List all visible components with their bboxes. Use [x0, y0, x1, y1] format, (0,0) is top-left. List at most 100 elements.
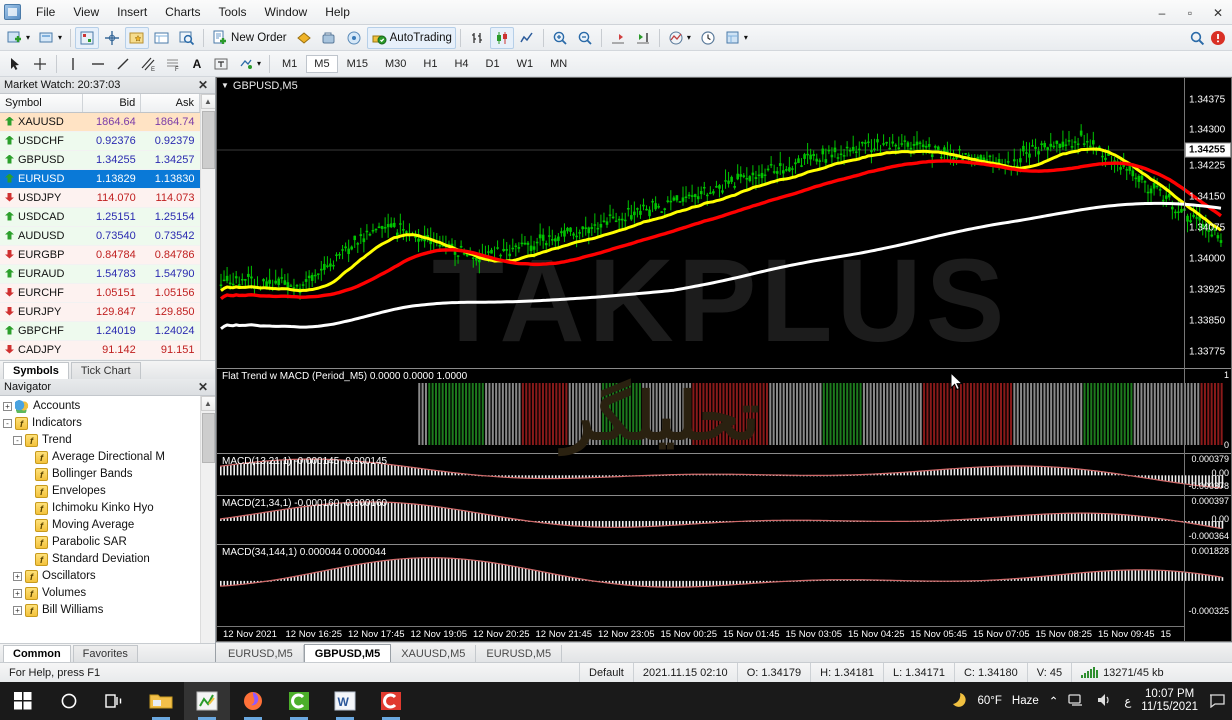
menu-item-view[interactable]: View	[64, 1, 108, 23]
auto-scroll-button[interactable]	[631, 27, 655, 49]
tab-common[interactable]: Common	[3, 645, 71, 662]
search-icon[interactable]	[1189, 30, 1205, 46]
chart-tab-gbpusd[interactable]: GBPUSD,M5	[303, 644, 392, 662]
network-icon[interactable]	[1068, 692, 1086, 711]
weather-condition[interactable]: Haze	[1012, 695, 1039, 707]
autotrading-button[interactable]: AutoTrading	[366, 26, 456, 49]
periods-button[interactable]	[696, 27, 720, 49]
table-row[interactable]: USDCHF 0.92376 0.92379	[0, 131, 200, 151]
scroll-up-icon[interactable]: ▲	[200, 94, 215, 109]
candlestick-chart-button[interactable]	[489, 26, 514, 49]
table-row[interactable]: GBPCHF 1.24019 1.24024	[0, 321, 200, 341]
timeframe-m1[interactable]: M1	[274, 55, 305, 73]
chevron-down-icon[interactable]: ▾	[744, 33, 748, 42]
scrollbar-thumb[interactable]	[201, 412, 215, 463]
tab-tick-chart[interactable]: Tick Chart	[70, 361, 141, 379]
tree-expander-icon[interactable]: +	[13, 605, 22, 615]
chevron-down-icon[interactable]: ▾	[58, 33, 62, 42]
language-indicator[interactable]: ﻉ	[1124, 694, 1131, 708]
weather-icon[interactable]	[946, 691, 968, 712]
pane-macd-13-21-1[interactable]: MACD(13,21,1) -0.000145 -0.000145	[217, 453, 1231, 494]
navigator-scrollbar[interactable]: ▲	[200, 395, 215, 643]
trendline-button[interactable]	[111, 53, 135, 75]
table-row[interactable]: AUDUSD 0.73540 0.73542	[0, 226, 200, 246]
taskbar-clock[interactable]: 10:07 PM 11/15/2021	[1141, 688, 1198, 714]
column-header-ask[interactable]: Ask	[140, 94, 200, 113]
signals-button[interactable]	[342, 27, 366, 49]
text-label-button[interactable]	[209, 53, 233, 75]
chart-canvas[interactable]: ▼ GBPUSD,M5 TAKPLUS تحلیلگر 1.34375 1.34…	[216, 77, 1232, 642]
action-center-icon[interactable]	[1208, 692, 1226, 711]
tree-expander-icon[interactable]: +	[13, 588, 22, 598]
new-order-button[interactable]: New Order	[208, 27, 291, 49]
tree-item-bollinger-bands[interactable]: f Bollinger Bands	[3, 466, 200, 483]
menu-item-charts[interactable]: Charts	[156, 1, 209, 23]
tree-expander-icon[interactable]: +	[13, 571, 22, 581]
task-view-button[interactable]	[92, 682, 138, 720]
table-row[interactable]: XAUUSD 1864.64 1864.74	[0, 112, 200, 132]
timeframe-m15[interactable]: M15	[339, 55, 376, 73]
indicators-button[interactable]: ▾	[664, 27, 695, 49]
table-row[interactable]: CADJPY 91.142 91.151	[0, 340, 200, 360]
timeframe-mn[interactable]: MN	[542, 55, 575, 73]
chevron-down-icon[interactable]: ▼	[221, 81, 229, 90]
arrows-button[interactable]: ▾	[234, 53, 265, 75]
bar-chart-button[interactable]	[465, 27, 489, 49]
alerts-button[interactable]	[292, 27, 316, 49]
strategy-tester-button[interactable]	[175, 27, 199, 49]
table-row[interactable]: GBPUSD 1.34255 1.34257	[0, 150, 200, 170]
close-icon[interactable]: ✕	[195, 380, 211, 394]
timeframe-d1[interactable]: D1	[478, 55, 508, 73]
tree-item-oscillators[interactable]: + f Oscillators	[3, 568, 200, 585]
table-row[interactable]: EURAUD 1.54783 1.54790	[0, 264, 200, 284]
pane-macd-34-144-1[interactable]: MACD(34,144,1) 0.000044 0.000044	[217, 544, 1231, 613]
tree-item-parabolic-sar[interactable]: f Parabolic SAR	[3, 534, 200, 551]
column-header-symbol[interactable]: Symbol	[0, 94, 83, 113]
tree-item-indicators[interactable]: - f Indicators	[3, 415, 200, 432]
table-row[interactable]: EURUSD 1.13829 1.13830	[0, 169, 200, 189]
tree-expander-icon[interactable]: -	[13, 435, 22, 445]
chevron-down-icon[interactable]: ▾	[257, 59, 261, 68]
menu-item-file[interactable]: File	[27, 1, 64, 23]
navigator-button[interactable]	[125, 26, 150, 49]
table-row[interactable]: USDJPY 114.070 114.073	[0, 188, 200, 208]
close-button[interactable]: ✕	[1204, 0, 1232, 25]
text-button[interactable]: A	[186, 53, 208, 75]
tree-expander-icon[interactable]	[23, 521, 32, 530]
equidistant-channel-button[interactable]: E	[136, 53, 160, 75]
scroll-up-icon[interactable]: ▲	[200, 395, 215, 411]
chevron-down-icon[interactable]: ▾	[26, 33, 30, 42]
profiles-button[interactable]: ▾	[35, 27, 66, 49]
chart-tab-eurusd-2[interactable]: EURUSD,M5	[476, 645, 563, 662]
crosshair-tool-button[interactable]	[28, 53, 52, 75]
search-taskbar-button[interactable]	[46, 682, 92, 720]
tree-expander-icon[interactable]	[23, 487, 32, 496]
menu-item-insert[interactable]: Insert	[108, 1, 156, 23]
mailbox-button[interactable]	[317, 27, 341, 49]
vertical-line-button[interactable]	[61, 53, 85, 75]
tree-item-accounts[interactable]: + Accounts	[3, 398, 200, 415]
taskbar-word[interactable]: W	[322, 682, 368, 720]
table-row[interactable]: EURJPY 129.847 129.850	[0, 302, 200, 322]
zoom-out-button[interactable]	[573, 27, 597, 49]
weather-temp[interactable]: 60°F	[978, 695, 1002, 707]
tree-expander-icon[interactable]	[23, 470, 32, 479]
tree-item-volumes[interactable]: + f Volumes	[3, 585, 200, 602]
scrollbar-thumb[interactable]	[201, 111, 215, 169]
fibonacci-button[interactable]: F	[161, 53, 185, 75]
tab-symbols[interactable]: Symbols	[3, 361, 69, 379]
menu-item-tools[interactable]: Tools	[210, 1, 256, 23]
taskbar-camtasia-editor[interactable]	[368, 682, 414, 720]
table-row[interactable]: USDCAD 1.25151 1.25154	[0, 207, 200, 227]
tree-item-average-directional-m[interactable]: f Average Directional M	[3, 449, 200, 466]
templates-button[interactable]: ▾	[721, 27, 752, 49]
timeframe-h4[interactable]: H4	[446, 55, 476, 73]
taskbar-file-explorer[interactable]	[138, 682, 184, 720]
table-row[interactable]: EURGBP 0.84784 0.84786	[0, 245, 200, 265]
maximize-button[interactable]: ▫	[1176, 0, 1204, 25]
tab-favorites[interactable]: Favorites	[72, 645, 138, 662]
timeframe-m5[interactable]: M5	[306, 54, 338, 73]
market-watch-scrollbar[interactable]: ▲	[200, 94, 215, 360]
tree-item-moving-average[interactable]: f Moving Average	[3, 517, 200, 534]
show-hidden-icons-icon[interactable]: ⌃	[1049, 694, 1059, 708]
